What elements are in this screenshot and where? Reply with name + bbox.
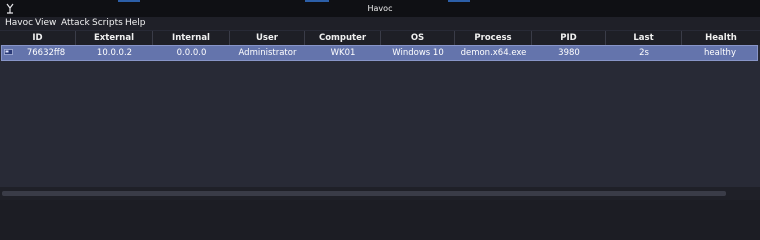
table-header: ID External Internal User Computer OS Pr… bbox=[0, 31, 760, 45]
cell-internal: 0.0.0.0 bbox=[176, 48, 207, 58]
column-header-id[interactable]: ID bbox=[0, 31, 76, 45]
cell-pid: 3980 bbox=[558, 48, 580, 58]
menu-help[interactable]: Help bbox=[125, 17, 146, 30]
title-bar: Havoc bbox=[0, 0, 760, 17]
menu-havoc[interactable]: Havoc bbox=[5, 17, 33, 30]
menu-bar: Havoc View Attack Scripts Help bbox=[0, 17, 760, 30]
table-row[interactable]: 76632ff8 10.0.0.2 0.0.0.0 Administrator … bbox=[0, 45, 760, 62]
window-title: Havoc bbox=[367, 4, 393, 13]
cell-last: 2s bbox=[639, 48, 649, 58]
column-header-last[interactable]: Last bbox=[606, 31, 682, 45]
cell-computer: WK01 bbox=[330, 48, 356, 58]
menu-view[interactable]: View bbox=[35, 17, 56, 30]
column-header-user[interactable]: User bbox=[230, 31, 305, 45]
cell-user: Administrator bbox=[238, 48, 297, 58]
cell-process: demon.x64.exe bbox=[460, 48, 527, 58]
column-header-pid[interactable]: PID bbox=[532, 31, 606, 45]
scrollbar-thumb[interactable] bbox=[2, 191, 726, 196]
column-header-os[interactable]: OS bbox=[381, 31, 455, 45]
column-header-internal[interactable]: Internal bbox=[153, 31, 230, 45]
cell-external: 10.0.0.2 bbox=[96, 48, 133, 58]
havoc-window: Havoc Havoc View Attack Scripts Help ID … bbox=[0, 0, 760, 200]
column-header-health[interactable]: Health bbox=[682, 31, 760, 45]
column-header-computer[interactable]: Computer bbox=[305, 31, 381, 45]
menu-scripts[interactable]: Scripts bbox=[92, 17, 123, 30]
column-header-external[interactable]: External bbox=[76, 31, 153, 45]
sessions-table: ID External Internal User Computer OS Pr… bbox=[0, 31, 760, 62]
horizontal-scrollbar[interactable] bbox=[0, 187, 760, 200]
menu-attack[interactable]: Attack bbox=[61, 17, 90, 30]
cell-health: healthy bbox=[704, 48, 736, 58]
cell-id: 76632ff8 bbox=[26, 48, 66, 58]
cell-os: Windows 10 bbox=[392, 48, 444, 58]
column-header-process[interactable]: Process bbox=[455, 31, 532, 45]
